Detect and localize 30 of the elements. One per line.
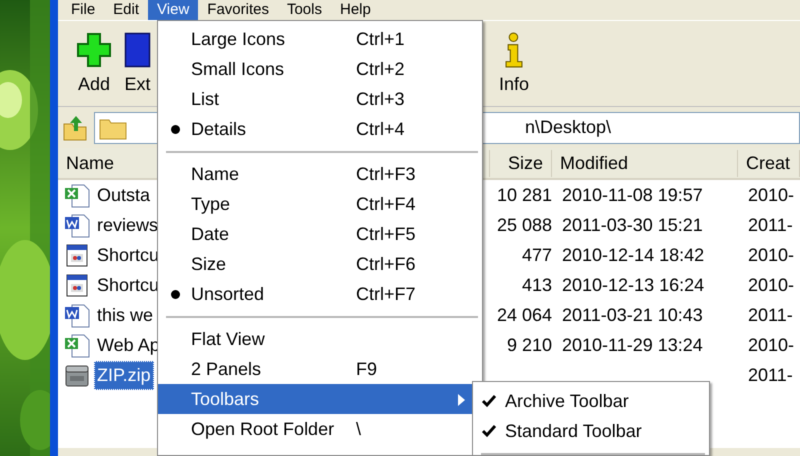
- shortcut-text: Ctrl+F6: [356, 252, 417, 276]
- created-date: 2011-: [748, 304, 793, 324]
- created-date: 2010-: [748, 274, 794, 294]
- file-size: 25 088: [496, 214, 552, 234]
- shortcut-text: F9: [356, 358, 378, 380]
- file-size: 24 064: [496, 304, 552, 324]
- modified-date: 2010-11-29 13:24: [562, 334, 703, 354]
- file-size: 413: [522, 274, 552, 294]
- created-date: 2011-: [748, 214, 793, 234]
- shortcut-text: Ctrl+3: [356, 88, 406, 110]
- file-size: 10 281: [496, 184, 552, 204]
- shortcut-text: Ctrl+1: [356, 28, 406, 50]
- modified-date: 2010-12-13 16:24: [562, 274, 704, 294]
- shortcut-text: \: [356, 418, 362, 440]
- shortcut-text: Ctrl+F7: [356, 282, 417, 306]
- created-date: 2010-: [748, 184, 794, 204]
- shortcut-text: Ctrl+4: [356, 118, 406, 140]
- file-size: 477: [522, 244, 552, 264]
- shortcut-text: Ctrl+2: [356, 58, 406, 80]
- shortcut-text: Ctrl+F3: [356, 162, 417, 186]
- file-size: 9 210: [506, 334, 552, 354]
- created-date: 2010-: [748, 334, 794, 354]
- modified-date: 2010-12-14 18:42: [562, 244, 704, 264]
- created-date: 2010-: [748, 244, 794, 264]
- shortcut-text: Ctrl+F5: [356, 222, 417, 246]
- shortcut-text: Ctrl+F4: [356, 192, 417, 216]
- modified-date: 2011-03-21 10:43: [562, 304, 703, 324]
- created-date: 2011-: [748, 364, 793, 384]
- modified-date: 2010-11-08 19:57: [562, 184, 703, 204]
- modified-date: 2011-03-30 15:21: [562, 214, 703, 234]
